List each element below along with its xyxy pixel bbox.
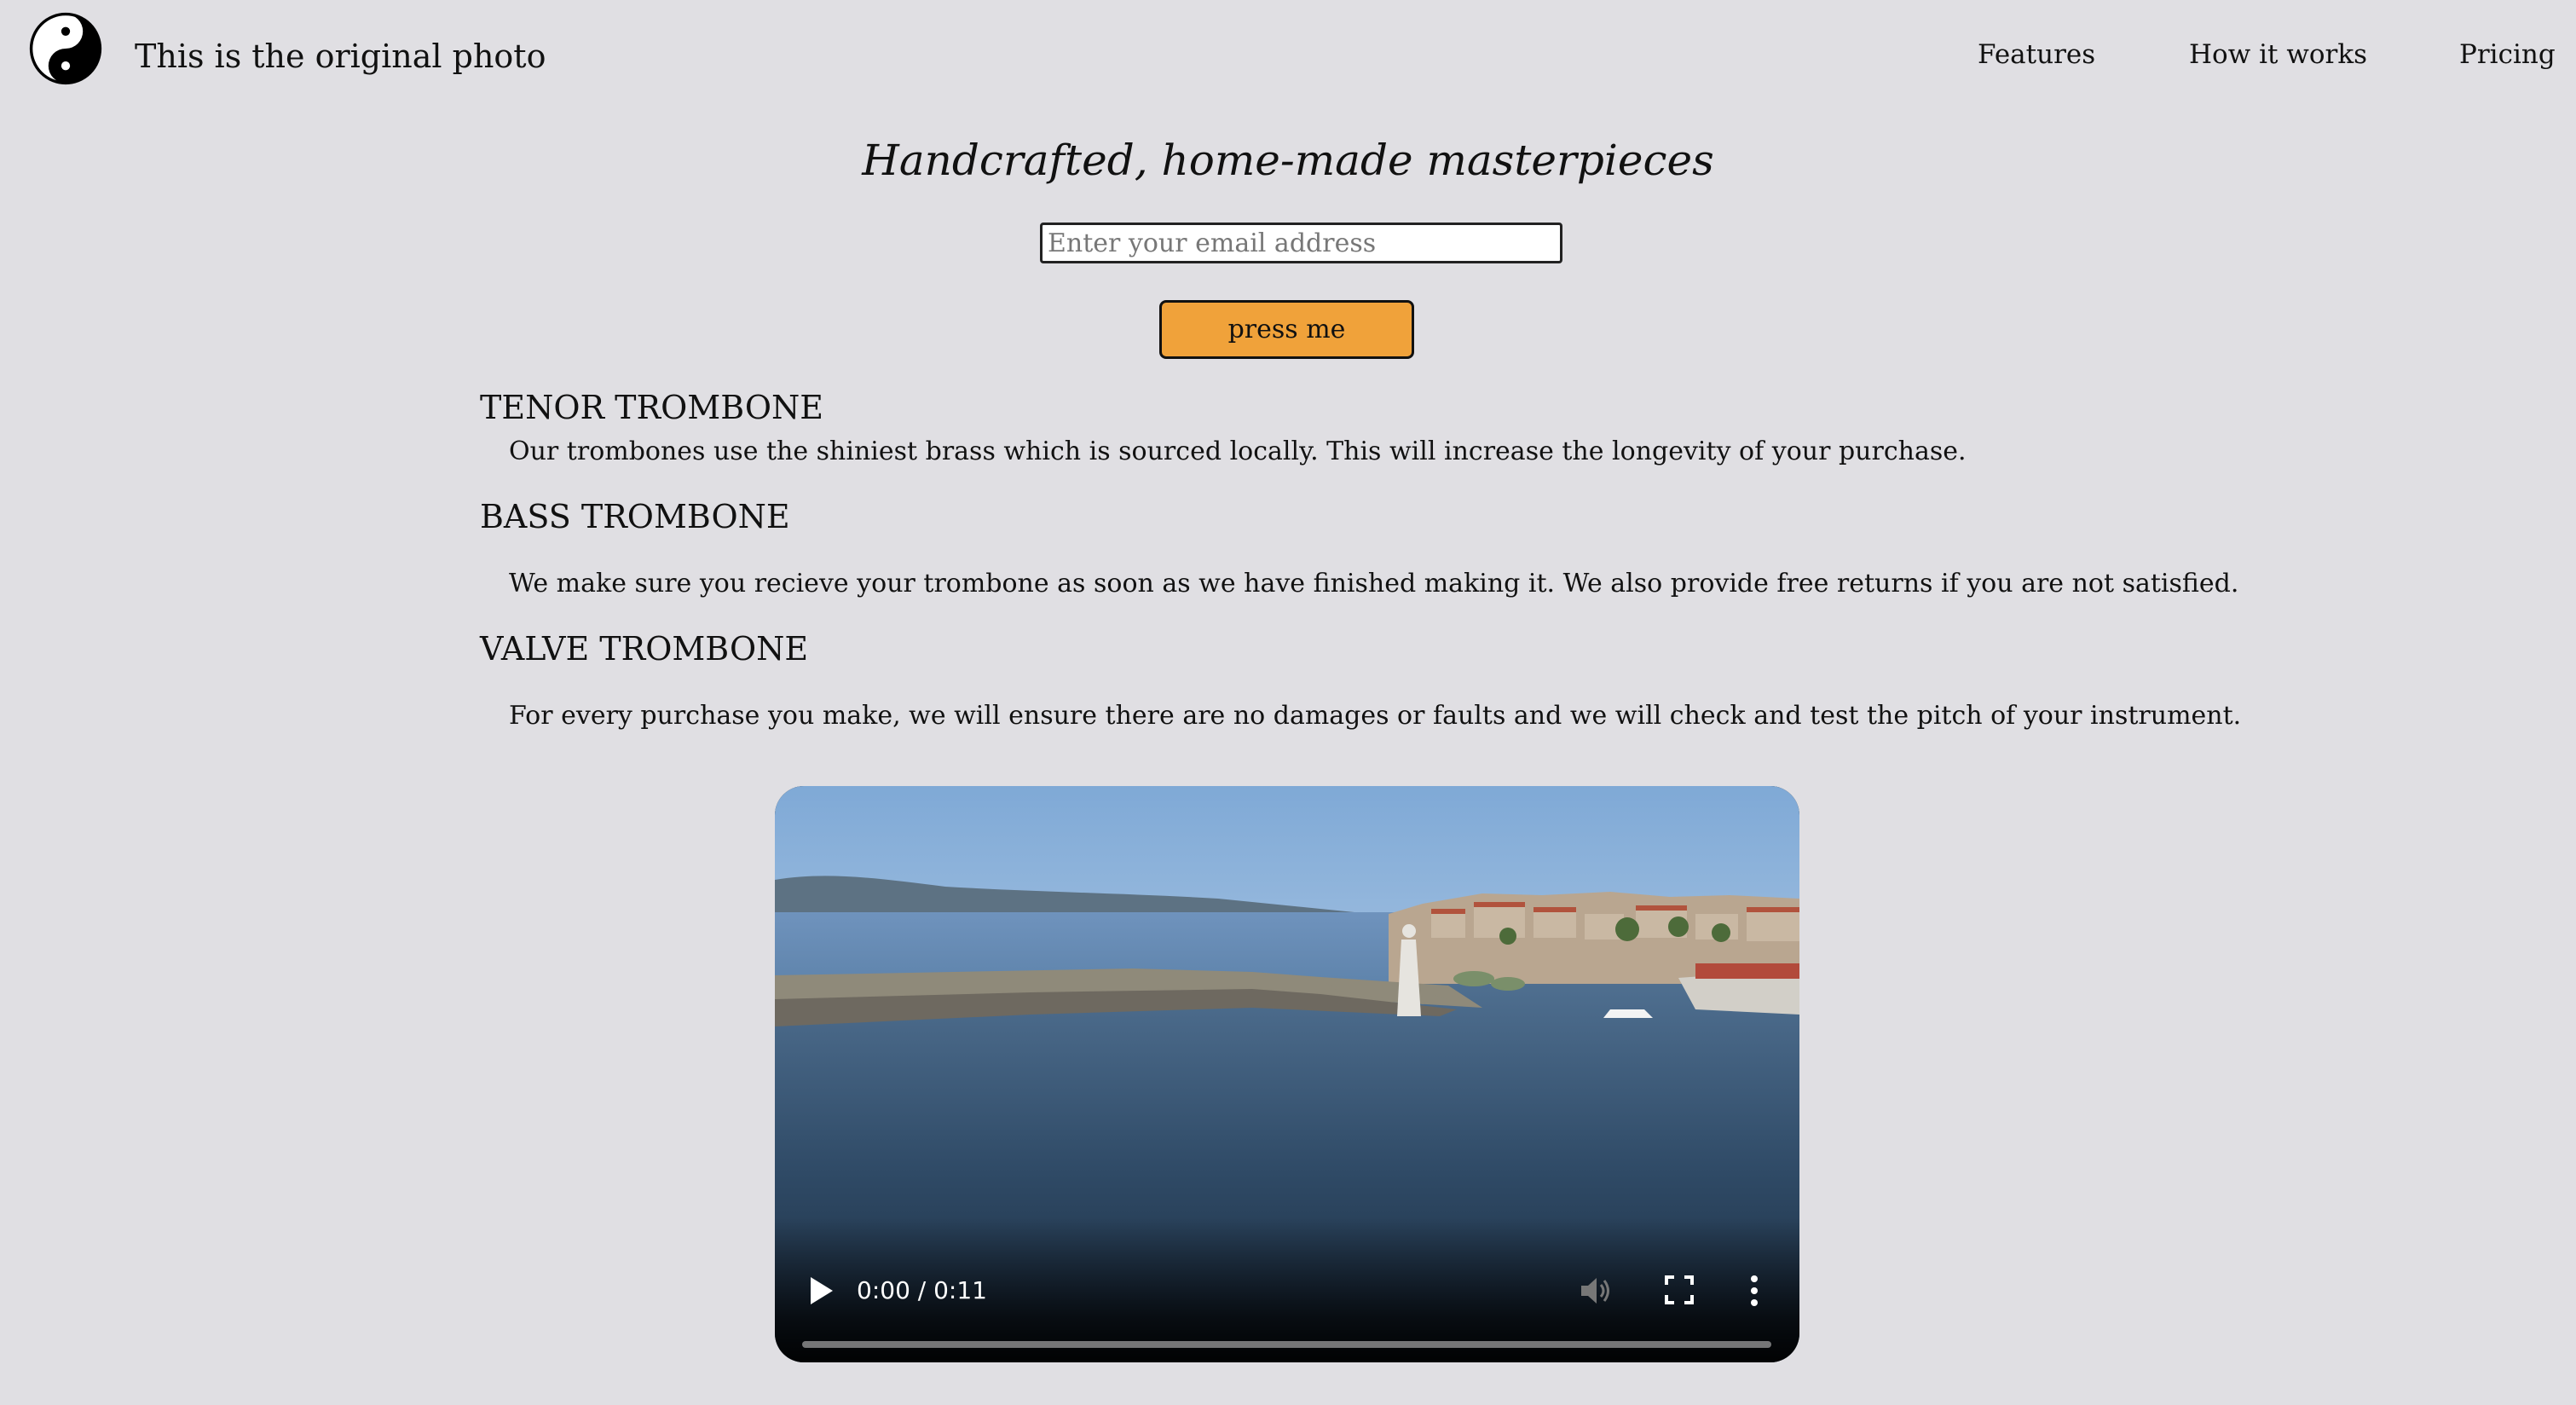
fullscreen-icon[interactable] bbox=[1665, 1275, 1694, 1304]
video-controls: 0:00 / 0:11 bbox=[775, 1217, 1799, 1362]
section-text-bass: We make sure you recieve your trombone a… bbox=[509, 569, 2239, 598]
press-me-button[interactable]: press me bbox=[1159, 300, 1414, 359]
nav-link-pricing[interactable]: Pricing bbox=[2459, 32, 2556, 77]
section-heading-bass: BASS TROMBONE bbox=[480, 498, 790, 535]
brand-title: This is the original photo bbox=[135, 38, 546, 75]
yin-yang-icon[interactable] bbox=[29, 12, 102, 85]
mute-icon[interactable] bbox=[1578, 1274, 1612, 1308]
section-heading-valve: VALVE TROMBONE bbox=[480, 630, 809, 668]
header: This is the original photo Features How … bbox=[0, 0, 2576, 111]
section-text-tenor: Our trombones use the shiniest brass whi… bbox=[509, 437, 1967, 466]
nav-link-how-it-works[interactable]: How it works bbox=[2189, 32, 2367, 77]
video-progress-bar[interactable] bbox=[802, 1341, 1771, 1348]
section-text-valve: For every purchase you make, we will ens… bbox=[509, 701, 2242, 731]
video-player[interactable]: 0:00 / 0:11 bbox=[775, 786, 1799, 1362]
video-time: 0:00 / 0:11 bbox=[857, 1276, 987, 1304]
section-heading-tenor: TENOR TROMBONE bbox=[480, 389, 823, 426]
nav-link-features[interactable]: Features bbox=[1978, 32, 2095, 77]
email-input[interactable] bbox=[1040, 223, 1562, 263]
hero-title: Handcrafted, home-made masterpieces bbox=[862, 136, 1714, 185]
landing-page: This is the original photo Features How … bbox=[0, 0, 2576, 1405]
more-options-icon[interactable] bbox=[1748, 1274, 1760, 1308]
play-icon[interactable] bbox=[807, 1275, 835, 1306]
